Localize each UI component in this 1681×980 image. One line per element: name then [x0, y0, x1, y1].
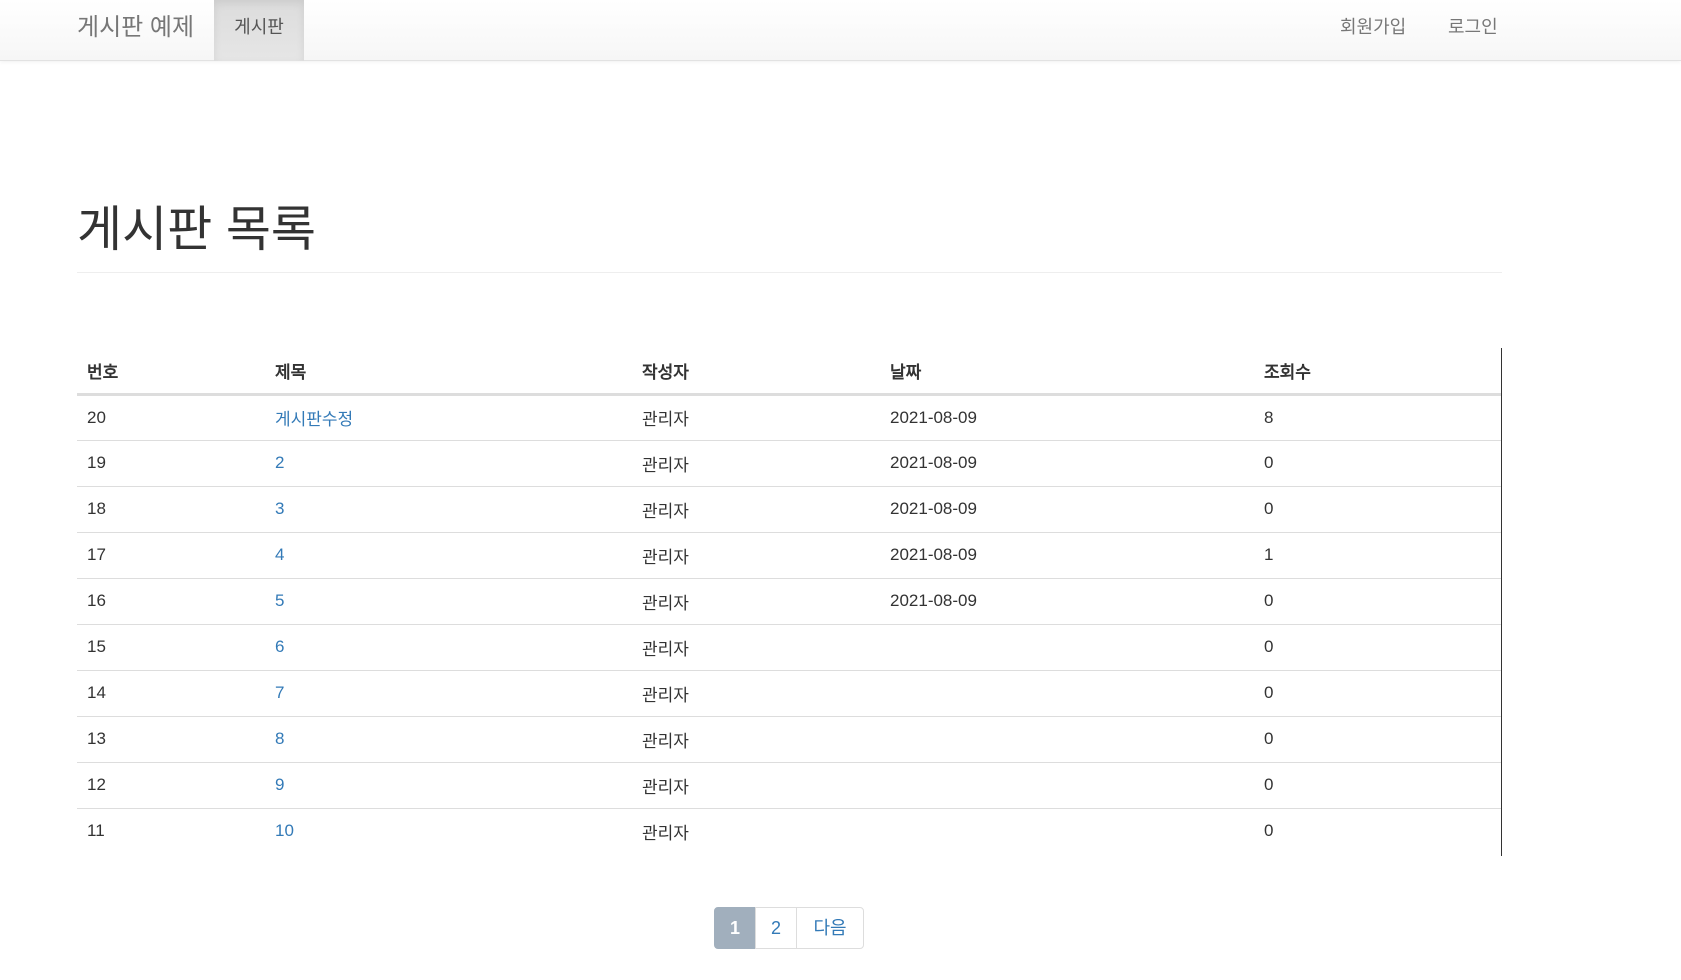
- table-row: 14 7 관리자 0: [77, 670, 1501, 717]
- post-date: [880, 670, 1254, 717]
- post-author: 관리자: [632, 532, 880, 579]
- post-author: 관리자: [632, 578, 880, 625]
- post-views: 8: [1254, 394, 1501, 441]
- post-title-cell: 3: [265, 486, 632, 533]
- post-title-cell: 게시판수정: [265, 394, 632, 441]
- post-author: 관리자: [632, 440, 880, 487]
- post-title-cell: 8: [265, 716, 632, 763]
- post-number: 12: [77, 762, 265, 809]
- post-number: 19: [77, 440, 265, 487]
- post-author: 관리자: [632, 670, 880, 717]
- board-table: 번호 제목 작성자 날짜 조회수 20 게시판수정 관리자 2021-08-09…: [77, 348, 1501, 854]
- table-row: 15 6 관리자 0: [77, 624, 1501, 671]
- post-title-cell: 4: [265, 532, 632, 579]
- next-page-button[interactable]: 다음: [796, 907, 864, 949]
- login-link[interactable]: 로그인: [1448, 16, 1498, 38]
- post-author: 관리자: [632, 762, 880, 809]
- header-views: 조회수: [1254, 348, 1501, 396]
- table-row: 19 2 관리자 2021-08-09 0: [77, 440, 1501, 487]
- post-author: 관리자: [632, 624, 880, 671]
- post-number: 14: [77, 670, 265, 717]
- post-title-cell: 9: [265, 762, 632, 809]
- post-date: [880, 624, 1254, 671]
- post-number: 18: [77, 486, 265, 533]
- page-header: 게시판 목록: [77, 200, 1502, 273]
- table-row: 18 3 관리자 2021-08-09 0: [77, 486, 1501, 533]
- header-date: 날짜: [880, 348, 1254, 396]
- table-row: 11 10 관리자 0: [77, 808, 1501, 854]
- board-table-container: 번호 제목 작성자 날짜 조회수 20 게시판수정 관리자 2021-08-09…: [77, 348, 1502, 856]
- post-number: 11: [87, 821, 105, 841]
- post-title-cell: 6: [265, 624, 632, 671]
- post-title-cell: 10: [265, 808, 632, 854]
- post-views: 0: [1254, 486, 1501, 533]
- header-number: 번호: [77, 348, 265, 396]
- brand-link[interactable]: 게시판 예제: [77, 14, 194, 42]
- post-author: 관리자: [642, 823, 689, 843]
- table-row: 12 9 관리자 0: [77, 762, 1501, 809]
- post-author: 관리자: [632, 716, 880, 763]
- post-title-cell: 5: [265, 578, 632, 625]
- signup-link[interactable]: 회원가입: [1340, 16, 1406, 38]
- post-number: 13: [77, 716, 265, 763]
- page-1-button[interactable]: 1: [714, 907, 756, 949]
- post-date: 2021-08-09: [880, 394, 1254, 441]
- post-views: 0: [1254, 716, 1501, 763]
- post-date: [880, 808, 1254, 854]
- post-number: 15: [77, 624, 265, 671]
- table-row: 16 5 관리자 2021-08-09 0: [77, 578, 1501, 625]
- post-views: 0: [1264, 821, 1274, 841]
- top-navbar: 게시판 예제 게시판 회원가입 로그인: [0, 0, 1681, 61]
- post-title-link[interactable]: 9: [275, 775, 284, 794]
- table-row: 13 8 관리자 0: [77, 716, 1501, 763]
- post-views: 0: [1254, 578, 1501, 625]
- post-title-link[interactable]: 7: [275, 683, 284, 702]
- post-date: 2021-08-09: [880, 486, 1254, 533]
- post-title-link[interactable]: 8: [275, 729, 284, 748]
- post-title-link[interactable]: 10: [275, 821, 294, 840]
- post-title-link[interactable]: 3: [275, 499, 284, 518]
- post-number: 20: [77, 394, 265, 441]
- post-title-link[interactable]: 5: [275, 591, 284, 610]
- post-title-link[interactable]: 게시판수정: [275, 410, 353, 429]
- post-title-link[interactable]: 2: [275, 453, 284, 472]
- post-title-link[interactable]: 4: [275, 545, 284, 564]
- header-author: 작성자: [632, 348, 880, 396]
- post-author: 관리자: [632, 394, 880, 441]
- post-views: 0: [1254, 440, 1501, 487]
- post-title-link[interactable]: 6: [275, 637, 284, 656]
- post-views: 0: [1254, 624, 1501, 671]
- post-number: 17: [77, 532, 265, 579]
- post-date: 2021-08-09: [880, 532, 1254, 579]
- post-number: 16: [77, 578, 265, 625]
- page-2-button[interactable]: 2: [755, 907, 797, 949]
- header-title: 제목: [265, 348, 632, 396]
- post-views: 1: [1254, 532, 1501, 579]
- table-row: 20 게시판수정 관리자 2021-08-09 8: [77, 394, 1501, 441]
- post-title-cell: 2: [265, 440, 632, 487]
- post-title-cell: 7: [265, 670, 632, 717]
- pagination: 1 2 다음: [714, 907, 864, 949]
- post-author: 관리자: [632, 486, 880, 533]
- post-views: 0: [1254, 762, 1501, 809]
- post-date: [880, 716, 1254, 763]
- table-row: 17 4 관리자 2021-08-09 1: [77, 532, 1501, 579]
- post-date: [880, 762, 1254, 809]
- post-views: 0: [1254, 670, 1501, 717]
- nav-item-board[interactable]: 게시판: [214, 0, 304, 61]
- post-date: 2021-08-09: [880, 440, 1254, 487]
- table-header-row: 번호 제목 작성자 날짜 조회수: [77, 348, 1501, 396]
- page-title: 게시판 목록: [77, 203, 317, 257]
- post-date: 2021-08-09: [880, 578, 1254, 625]
